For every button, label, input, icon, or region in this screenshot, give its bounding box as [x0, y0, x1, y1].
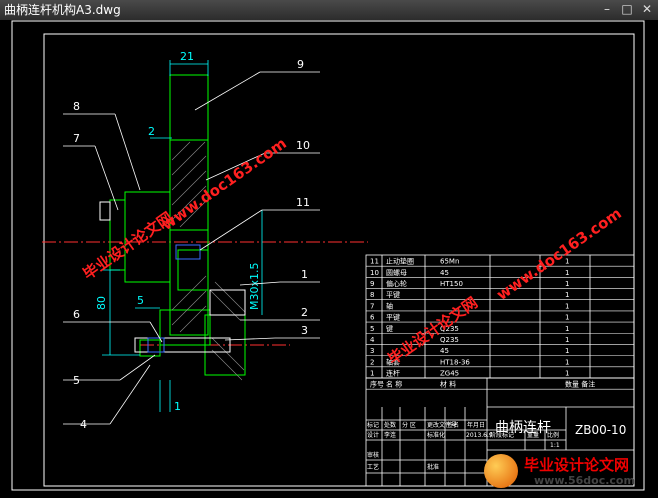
footer-url: www.56doc.com [534, 474, 635, 487]
footer-logo: 毕业设计论文网 www.56doc.com [482, 452, 652, 490]
bom-cell-no: 11 [370, 258, 379, 266]
label-date: 年月日 [467, 421, 485, 429]
dim-thread: M30x1.5 [248, 263, 261, 311]
bom-cell-qty: 1 [565, 269, 569, 277]
bom-cell-qty: 数量 备注 [565, 380, 595, 389]
label-approve: 批准 [427, 463, 439, 471]
bom-cell-name: 连杆 [386, 368, 400, 377]
bom-cell-no: 8 [370, 291, 374, 299]
bom-cell-qty: 1 [565, 280, 569, 288]
bom-cell-material: HT18-36 [440, 358, 470, 366]
bom-cell-name: 名 称 [386, 380, 402, 389]
drawing-code: ZB00-10 [575, 423, 626, 437]
balloon-6: 6 [73, 308, 80, 321]
close-icon[interactable]: ✕ [640, 2, 654, 16]
balloon-9: 9 [297, 58, 304, 71]
bom-cell-name: 平键 [386, 313, 400, 322]
bom-cell-no: 4 [370, 336, 375, 344]
window-title: 曲柄连杆机构A3.dwg [4, 3, 121, 17]
balloon-5: 5 [73, 374, 80, 387]
bom-cell-no: 6 [370, 314, 375, 322]
label-std: 标准化 [427, 431, 445, 439]
label-mark: 标记 [367, 421, 379, 429]
label-review: 审核 [367, 451, 379, 459]
balloon-11: 11 [296, 196, 310, 209]
bom-cell-material: ZG45 [440, 369, 459, 377]
bom-rows: 11 止动垫圈 65Mn 110 圆螺母 45 19 偏心轮 HT150 18 平键 17 轴 16 平键 1… [366, 257, 634, 390]
title-bar: 曲柄连杆机构A3.dwg – □ ✕ [0, 0, 658, 20]
bom-cell-qty: 1 [565, 369, 569, 377]
footer-brand: 毕业设计论文网 [524, 456, 630, 474]
bom-cell-qty: 1 [565, 291, 569, 299]
window-controls: – □ ✕ [600, 2, 654, 16]
bom-cell-no: 5 [370, 325, 374, 333]
bom-cell-name: 圆螺母 [386, 268, 407, 277]
label-count: 处数 [384, 421, 396, 429]
balloon-3: 3 [301, 324, 308, 337]
bom-cell-qty: 1 [565, 302, 569, 310]
bom-cell-qty: 1 [565, 325, 569, 333]
bom-cell-no: 3 [370, 347, 374, 355]
logo-ball-icon [484, 454, 518, 488]
bom-cell-qty: 1 [565, 358, 569, 366]
balloon-8: 8 [73, 100, 80, 113]
designer-name: 李连 [384, 431, 396, 439]
bom-cell-qty: 1 [565, 336, 569, 344]
bom-cell-qty: 1 [565, 347, 569, 355]
bom-cell-material: 45 [440, 347, 449, 355]
balloon-2: 2 [301, 306, 308, 319]
maximize-icon[interactable]: □ [620, 2, 634, 16]
bom-cell-no: 10 [370, 269, 379, 277]
bom-cell-no: 9 [370, 280, 374, 288]
dim-21: 21 [180, 50, 194, 63]
bom-cell-qty: 1 [565, 314, 569, 322]
label-craft: 工艺 [367, 463, 379, 471]
drawing-canvas[interactable]: 21 2 80 5 1 M30x1.5 9 10 11 1 2 3 8 7 6 … [0, 20, 658, 494]
leader-lines [63, 71, 320, 425]
bom-cell-name: 止动垫圈 [386, 257, 414, 266]
minimize-icon[interactable]: – [600, 2, 614, 16]
bom-cell-material: HT150 [440, 280, 463, 288]
balloon-7: 7 [73, 132, 80, 145]
dim-5: 5 [137, 294, 144, 307]
balloon-10: 10 [296, 139, 310, 152]
bom-cell-name: 偏心轮 [386, 279, 407, 288]
dim-2: 2 [148, 125, 155, 138]
bom-cell-name: 平键 [386, 290, 400, 299]
dim-80: 80 [95, 296, 108, 310]
bom-cell-material: 45 [440, 269, 449, 277]
bom-cell-no: 1 [370, 369, 374, 377]
dim-1: 1 [174, 400, 181, 413]
label-design: 设计 [367, 431, 379, 439]
nut-parts [147, 244, 201, 353]
bom-cell-name: 轴 [386, 301, 393, 310]
drawing-name: 曲柄连杆 [495, 420, 551, 436]
bom-cell-no: 2 [370, 358, 374, 366]
bom-cell-no: 7 [370, 302, 374, 310]
bom-cell-material: Q235 [440, 336, 459, 344]
bom-cell-material: 材 料 [440, 380, 456, 389]
design-date: 2013.6.9 [466, 432, 493, 439]
label-sign: 签名 [447, 421, 459, 429]
balloon-4: 4 [80, 418, 87, 431]
balloon-1: 1 [301, 268, 308, 281]
label-zone: 分 区 [402, 421, 416, 429]
bom-cell-no: 序号 [370, 380, 384, 389]
bom-cell-name: 键 [386, 324, 393, 333]
scale-value: 1:1 [550, 442, 560, 449]
bom-cell-material: 65Mn [440, 258, 459, 266]
